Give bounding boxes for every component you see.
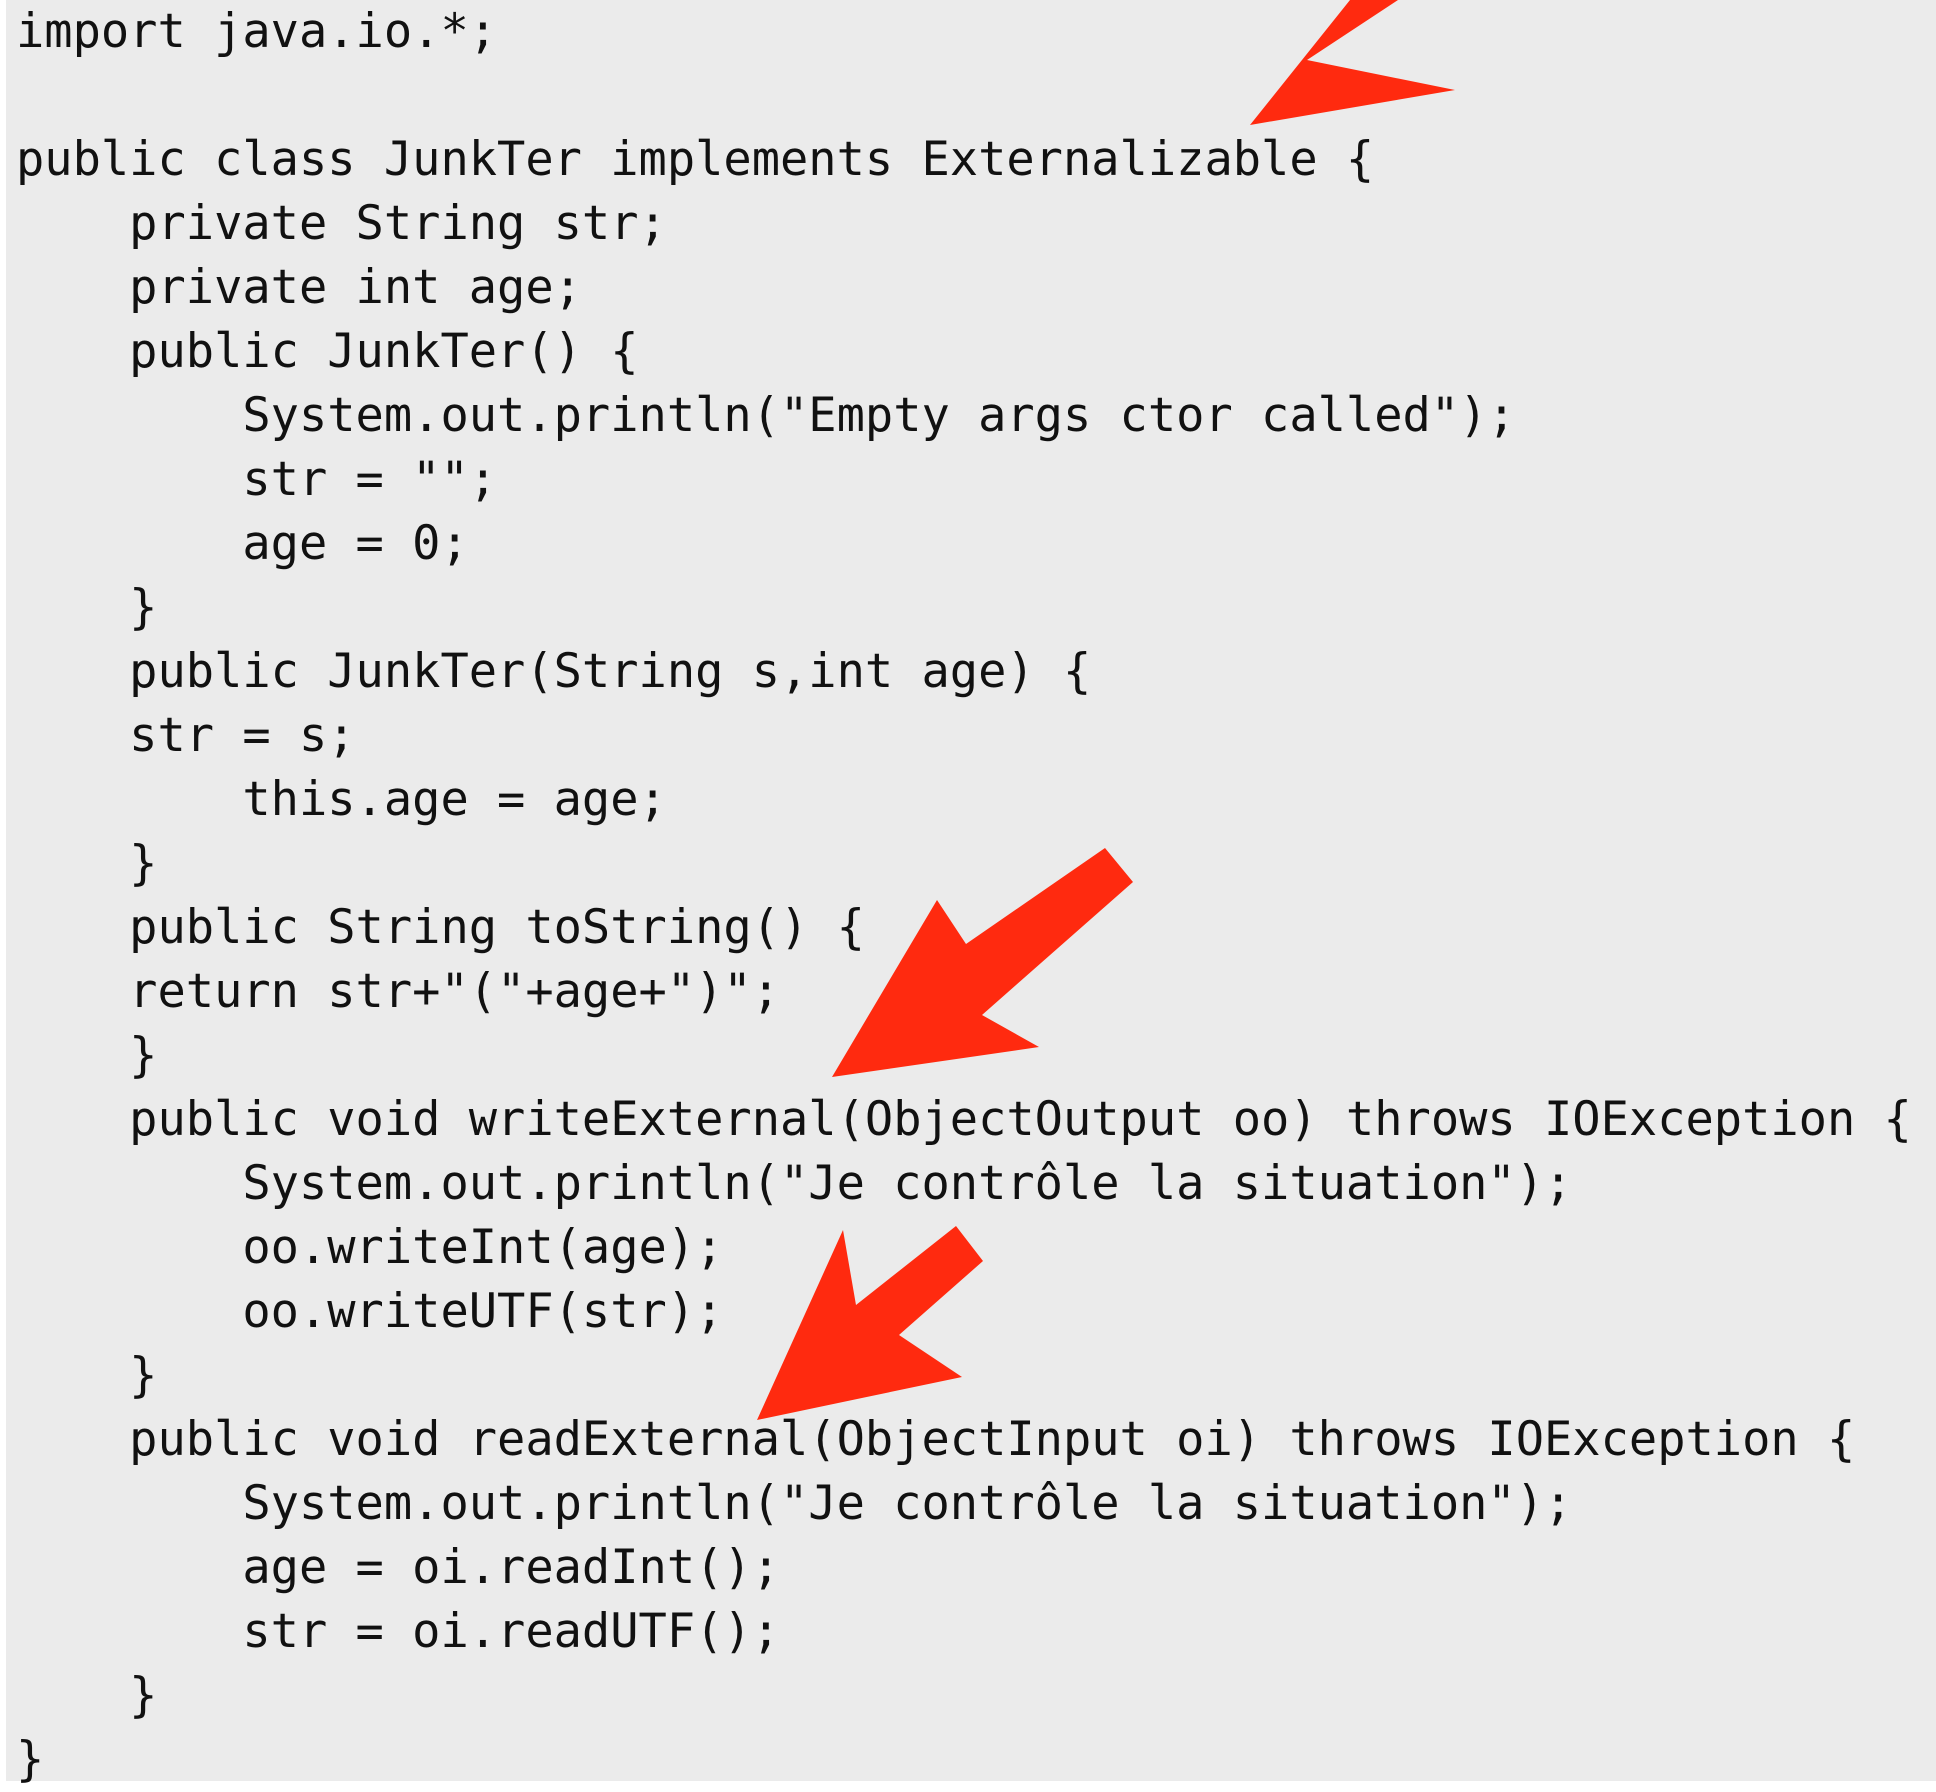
code-panel: import java.io.*; public class JunkTer im… bbox=[6, 0, 1936, 1787]
code-line: public void readExternal(ObjectInput oi)… bbox=[16, 1412, 1856, 1467]
code-line: public void writeExternal(ObjectOutput o… bbox=[16, 1092, 1912, 1147]
code-line: str = ""; bbox=[16, 452, 498, 507]
code-line: age = 0; bbox=[16, 516, 469, 571]
code-line: public JunkTer() { bbox=[16, 324, 639, 379]
code-line: System.out.println("Je contrôle la situa… bbox=[16, 1476, 1573, 1531]
code-line: str = oi.readUTF(); bbox=[16, 1604, 781, 1659]
code-line: private String str; bbox=[16, 196, 667, 251]
code-line: this.age = age; bbox=[16, 772, 667, 827]
code-line: oo.writeInt(age); bbox=[16, 1220, 724, 1275]
code-line: System.out.println("Je contrôle la situa… bbox=[16, 1156, 1573, 1211]
code-line: return str+"("+age+")"; bbox=[16, 964, 781, 1019]
code-line: str = s; bbox=[16, 708, 356, 763]
code-line: } bbox=[16, 1348, 158, 1403]
code-line: public class JunkTer implements External… bbox=[16, 132, 1375, 187]
code-line: public String toString() { bbox=[16, 900, 865, 955]
code-line: System.out.println("Empty args ctor call… bbox=[16, 388, 1516, 443]
code-line: } bbox=[16, 836, 158, 891]
code-line: public JunkTer(String s,int age) { bbox=[16, 644, 1092, 699]
code-line: oo.writeUTF(str); bbox=[16, 1284, 724, 1339]
code-line: } bbox=[16, 1028, 158, 1083]
code-line: } bbox=[16, 1668, 158, 1723]
code-line: age = oi.readInt(); bbox=[16, 1540, 781, 1595]
code-line: private int age; bbox=[16, 260, 582, 315]
code-line: import java.io.*; bbox=[16, 4, 498, 59]
code-line: } bbox=[16, 580, 158, 635]
code-line: } bbox=[16, 1732, 45, 1787]
